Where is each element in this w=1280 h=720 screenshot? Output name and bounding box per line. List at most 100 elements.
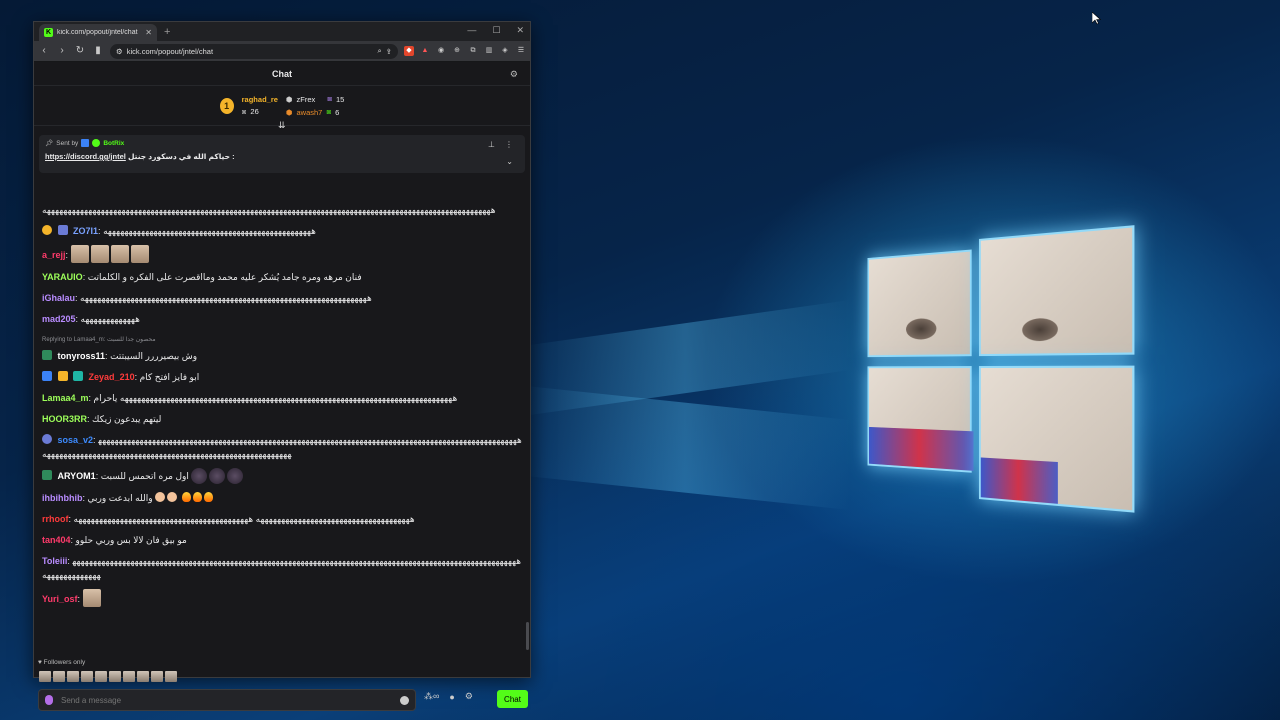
address-bar[interactable]: ⚙ kick.com/popout/jntel/chat ⌕ ⇪ [110,43,398,59]
leaderboard-user[interactable]: awash7 [296,108,322,117]
message-text: هههههههههههههه [80,314,140,324]
followers-only-notice: ♥ Followers only [38,659,85,666]
settings-icon[interactable]: ⚙ [465,691,473,702]
leaderboard-user[interactable]: zFrex [296,95,315,104]
emoji-picker-icon[interactable] [400,695,409,705]
reload-icon[interactable]: ↻ [74,45,86,57]
tab-close-icon[interactable]: ✕ [145,28,152,37]
zoom-icon[interactable]: ⌕ [378,46,382,56]
chat-username[interactable]: a_rejj [42,250,66,260]
light-beam [520,385,850,510]
unpin-icon[interactable]: ⊥ [488,140,495,149]
chat-settings-icon[interactable]: ⚙ [510,69,518,80]
rewards-icon[interactable]: ▲ [420,46,430,56]
browser-tab[interactable]: K kick.com/popout/jntel/chat ✕ [39,24,157,41]
kicks-icon[interactable]: ⁂∞ [424,691,439,702]
forward-icon[interactable]: › [56,45,68,57]
message-text: والله ابدعت وربي [87,493,153,503]
emote-icon[interactable] [95,671,107,682]
microphone-icon[interactable] [45,695,53,705]
reply-context[interactable]: Replying to Lamaa4_m: محصون جدا للسبت [42,333,522,347]
emote-icon[interactable] [123,671,135,682]
send-chat-button[interactable]: Chat [497,690,528,708]
wallet-icon[interactable]: ◉ [436,46,446,56]
chat-title: Chat [272,68,292,79]
sidebar-icon[interactable]: ▥ [484,46,494,56]
fire-emoji-icon [192,492,202,502]
bookmark-icon[interactable]: ▮ [92,45,104,57]
chat-username[interactable]: sosa_v2 [58,435,94,445]
chat-message: Toleiii: ههههههههههههههههههههههههههههههه… [42,556,521,580]
emote-icon[interactable] [137,671,149,682]
message-text: هههههههههههههههههههههههههههههههههههههههه… [42,205,496,215]
emote-icon[interactable] [39,671,51,682]
chat-username[interactable]: YARAUIO [42,272,83,282]
chat-username[interactable]: tan404 [42,535,71,545]
pinned-menu-icon[interactable]: ⋮ [505,140,513,149]
bronze-medal-icon: ⬢ [285,107,293,117]
new-tab-icon[interactable]: + [164,26,170,38]
emote-icon[interactable] [53,671,65,682]
chat-header: Chat ⚙ [34,62,530,86]
logo-pane [867,366,974,473]
chat-username[interactable]: HOOR3RR [42,414,87,424]
back-icon[interactable]: ‹ [38,45,50,57]
chat-username[interactable]: rrhoof [42,514,69,524]
site-info-icon[interactable]: ⚙ [116,47,123,56]
chevron-down-icon[interactable]: ⌄ [506,157,513,166]
window-controls: — ☐ ✕ [467,25,524,36]
chat-message: هههههههههههههههههههههههههههههههههههههههه… [42,203,522,217]
emote-icon[interactable] [67,671,79,682]
brave-shield-icon[interactable]: ◆ [404,46,414,56]
chat-username[interactable]: mad205 [42,314,76,324]
chat-username[interactable]: Zeyad_210 [89,372,135,382]
expand-leaderboard-icon[interactable]: ⇊ [278,120,286,131]
message-text: هههههههههههههههههههههههههههههههههههههههه… [103,226,316,236]
share-icon[interactable]: ⇪ [386,47,392,56]
chat-scrollbar[interactable] [526,622,529,650]
emote-icon[interactable] [165,671,177,682]
kick-chat-popout: Chat ⚙ 1 raghad_re ⧈ 26 ⬢ zFrex ⧈ 15 ⬢ aw… [34,62,530,711]
puzzle-icon[interactable]: ⧉ [468,46,478,56]
chat-username[interactable]: ZO7I1 [73,226,98,236]
emote-icon[interactable] [109,671,121,682]
message-text: ابو فايز افتح كام [139,372,200,382]
message-text: فنان مرهه ومره جامد يُشكر عليه محمد وماا… [87,272,362,282]
heart-icon: ♥ [38,659,42,666]
emote-icon [130,245,149,263]
chat-username[interactable]: Yuri_osf [42,594,78,604]
leaderboard-others: ⬢ zFrex ⧈ 15 ⬢ awash7 ⧈ 6 [286,94,344,117]
minimize-icon[interactable]: — [467,25,476,36]
chat-message: iGhalau: ههههههههههههههههههههههههههههههه… [42,293,372,303]
leaderboard-user[interactable]: raghad_re [242,95,278,104]
emote-icon [110,245,129,263]
discord-link[interactable]: https://discord.gg/jntel [45,152,126,161]
windows-logo [863,205,1144,536]
message-input[interactable] [61,695,392,705]
chat-message: rrhoof: هههههههههههههههههههههههههههههههه… [42,514,415,524]
chat-bubble-icon[interactable]: ● [449,692,454,702]
message-text: هههههههههههههههههههههههههههههههههههههههه… [80,293,372,303]
chat-username[interactable]: ihbihbhib [42,493,83,503]
emote-icon [90,245,109,263]
emote-icon[interactable] [81,671,93,682]
close-window-icon[interactable]: ✕ [516,25,524,36]
pinned-message: 📌︎ Sent by BotRix https://discord.gg/jnt… [39,135,525,173]
chat-username[interactable]: ARYOM1 [58,471,96,481]
bot-name[interactable]: BotRix [103,140,124,147]
menu-icon[interactable]: ☰ [516,46,526,56]
chat-username[interactable]: iGhalau [42,293,75,303]
sub-badge-icon [57,225,68,235]
emote-icon[interactable] [151,671,163,682]
sub-badge-icon [73,371,84,381]
message-text: هههههههههههههههههههههههههههههههههههههههه… [93,393,458,403]
chat-username[interactable]: tonyross11 [58,351,106,361]
chat-username[interactable]: Lamaa4_m [42,393,89,403]
message-text: وش بيصيرررر السيبتتت [110,351,198,361]
extension-icon[interactable]: ⊕ [452,46,462,56]
maximize-icon[interactable]: ☐ [492,25,500,36]
gifter-badge-icon [42,225,52,235]
message-text: اول مره اتحمس للسبت [100,471,189,481]
chat-username[interactable]: Toleiii [42,556,67,566]
vpn-icon[interactable]: ◈ [500,46,510,56]
